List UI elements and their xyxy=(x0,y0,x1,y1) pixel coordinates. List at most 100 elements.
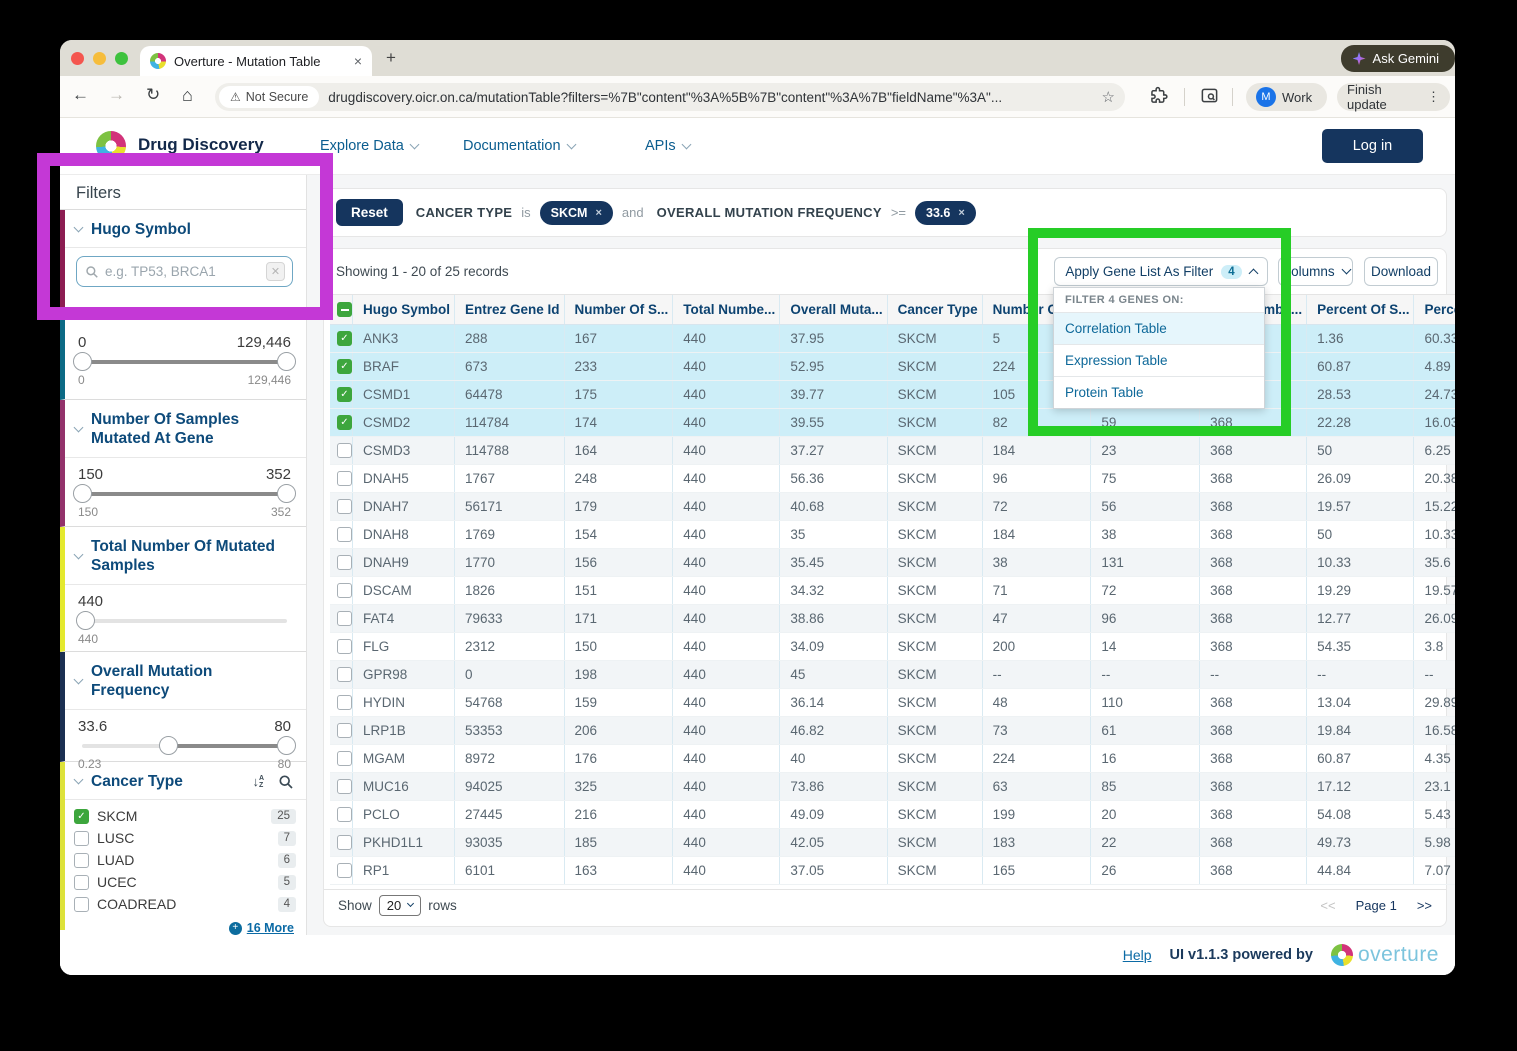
column-header[interactable]: Hugo Symbol xyxy=(352,294,455,325)
annotation-rectangle-green xyxy=(1028,228,1291,436)
row-checkbox-unchecked[interactable] xyxy=(337,807,352,822)
table-cell: 368 xyxy=(1199,464,1307,493)
omf-handle-max[interactable] xyxy=(277,735,296,755)
row-checkbox-unchecked[interactable] xyxy=(337,583,352,598)
row-checkbox-unchecked[interactable] xyxy=(337,471,352,486)
browser-menu-dots-icon[interactable]: ⋮ xyxy=(1427,89,1440,105)
sort-icon[interactable]: ↓ AZ xyxy=(252,774,264,790)
omf-range-slider[interactable] xyxy=(82,735,296,755)
remove-filter-icon[interactable]: × xyxy=(958,207,964,219)
cancer-type-option-coadread[interactable]: COADREAD 4 xyxy=(65,893,306,915)
table-row-dscam: DSCAM 1826 151 440 34.32 SKCM 71 72 368 19.29 19.5… xyxy=(330,576,1455,605)
help-link[interactable]: Help xyxy=(1123,947,1152,963)
column-header[interactable]: Number Of S... xyxy=(563,294,673,325)
nav-item-apis[interactable]: APIs xyxy=(645,138,692,154)
profile-chip[interactable]: M Work xyxy=(1246,83,1327,111)
row-checkbox-checked[interactable]: ✓ xyxy=(337,415,352,430)
search-icon[interactable] xyxy=(278,774,294,790)
row-checkbox-checked[interactable]: ✓ xyxy=(337,387,352,402)
minimize-window-button[interactable] xyxy=(93,52,106,65)
close-window-button[interactable] xyxy=(71,52,84,65)
row-checkbox-unchecked[interactable] xyxy=(337,667,352,682)
column-header[interactable]: Overall Muta... xyxy=(779,294,888,325)
entrez-range-slider[interactable] xyxy=(73,352,296,371)
tab-favicon-icon xyxy=(150,53,166,69)
facet-total-title[interactable]: Total Number Of Mutated Samples xyxy=(65,527,306,585)
reload-icon[interactable]: ↻ xyxy=(146,85,160,105)
row-checkbox-unchecked[interactable] xyxy=(337,751,352,766)
browser-tab[interactable]: Overture - Mutation Table × xyxy=(140,46,372,76)
column-header[interactable]: Entrez Gene Id xyxy=(454,294,565,325)
total-samples-slider[interactable] xyxy=(76,610,287,630)
bookmark-star-icon[interactable]: ☆ xyxy=(1102,88,1115,106)
first-page-button[interactable]: << xyxy=(1320,898,1335,913)
row-checkbox-unchecked[interactable] xyxy=(337,611,352,626)
row-checkbox-checked[interactable]: ✓ xyxy=(337,331,352,346)
next-page-button[interactable]: >> xyxy=(1417,898,1432,913)
row-checkbox-unchecked[interactable] xyxy=(337,527,352,542)
table-row-gpr98: GPR98 0 198 440 45 SKCM -- -- -- -- -- xyxy=(330,660,1455,689)
total-samples-handle[interactable] xyxy=(76,610,95,630)
address-bar[interactable]: ⚠ Not Secure drugdiscovery.oicr.on.ca/mu… xyxy=(215,83,1125,111)
home-icon[interactable]: ⌂ xyxy=(182,85,193,106)
num-samples-handle-min[interactable] xyxy=(73,483,92,503)
entrez-slider-handle-max[interactable] xyxy=(277,352,296,371)
remove-filter-icon[interactable]: × xyxy=(595,207,601,219)
download-button[interactable]: Download xyxy=(1364,257,1438,286)
row-checkbox-unchecked[interactable] xyxy=(337,723,352,738)
column-header[interactable]: Percent Of S. xyxy=(1413,294,1455,325)
entrez-min-value: 0 xyxy=(78,334,87,351)
row-checkbox-unchecked[interactable] xyxy=(337,443,352,458)
row-checkbox-unchecked[interactable] xyxy=(337,863,352,878)
checkbox-unchecked[interactable] xyxy=(74,830,89,846)
facet-omf-title[interactable]: Overall Mutation Frequency xyxy=(65,652,306,710)
column-header[interactable]: Cancer Type xyxy=(886,294,983,325)
column-header[interactable]: Total Numbe... xyxy=(672,294,780,325)
forward-icon[interactable]: → xyxy=(108,85,125,105)
table-cell: 64478 xyxy=(454,380,565,409)
table-cell: 22 xyxy=(1090,828,1200,857)
nav-item-documentation[interactable]: Documentation xyxy=(463,138,576,154)
cancer-type-option-luad[interactable]: LUAD 6 xyxy=(65,849,306,871)
finish-update-button[interactable]: Finish update ⋮ xyxy=(1337,82,1450,112)
checkbox-unchecked[interactable] xyxy=(74,852,89,868)
omf-handle-min[interactable] xyxy=(159,735,179,755)
checkbox-unchecked[interactable] xyxy=(74,896,89,912)
cancer-type-option-lusc[interactable]: LUSC 7 xyxy=(65,827,306,849)
extensions-icon[interactable] xyxy=(1149,86,1168,105)
table-cell: BRAF xyxy=(352,352,455,381)
row-checkbox-unchecked[interactable] xyxy=(337,499,352,514)
filter-value-pill-1[interactable]: SKCM × xyxy=(539,200,613,225)
select-all-checkbox[interactable] xyxy=(337,302,352,317)
facet-num-samples-title[interactable]: Number Of Samples Mutated At Gene xyxy=(65,400,306,458)
tab-close-icon[interactable]: × xyxy=(354,53,362,69)
login-button[interactable]: Log in xyxy=(1322,129,1423,163)
cancer-type-option-skcm[interactable]: ✓ SKCM 25 xyxy=(65,805,306,827)
not-secure-chip[interactable]: ⚠ Not Secure xyxy=(219,86,320,108)
checkbox-checked[interactable]: ✓ xyxy=(74,808,89,824)
maximize-window-button[interactable] xyxy=(115,52,128,65)
num-samples-handle-max[interactable] xyxy=(277,483,296,503)
row-checkbox-checked[interactable]: ✓ xyxy=(337,359,352,374)
column-header[interactable]: Percent Of S... xyxy=(1306,294,1414,325)
side-panel-icon[interactable] xyxy=(1200,86,1219,105)
new-tab-button[interactable]: + xyxy=(386,48,396,68)
row-checkbox-unchecked[interactable] xyxy=(337,835,352,850)
table-cell: 49.09 xyxy=(779,800,888,829)
entrez-slider-handle-min[interactable] xyxy=(73,352,92,371)
checkbox-unchecked[interactable] xyxy=(74,874,89,890)
ask-gemini-button[interactable]: Ask Gemini xyxy=(1340,45,1455,72)
num-samples-range-slider[interactable] xyxy=(73,483,296,503)
row-checkbox-unchecked[interactable] xyxy=(337,779,352,794)
back-icon[interactable]: ← xyxy=(72,85,89,105)
filter-value-pill-2[interactable]: 33.6 × xyxy=(915,200,976,225)
page-size-select[interactable]: 20 xyxy=(378,895,422,916)
row-checkbox-unchecked[interactable] xyxy=(337,639,352,654)
row-checkbox-unchecked[interactable] xyxy=(337,555,352,570)
show-more-link[interactable]: 16 More xyxy=(247,921,294,935)
cancer-type-option-ucec[interactable]: UCEC 5 xyxy=(65,871,306,893)
row-checkbox-unchecked[interactable] xyxy=(337,695,352,710)
reset-button[interactable]: Reset xyxy=(336,199,403,226)
nav-item-explore-data[interactable]: Explore Data xyxy=(320,138,420,154)
facet-cancer-title[interactable]: Cancer Type ↓ AZ xyxy=(65,762,306,801)
